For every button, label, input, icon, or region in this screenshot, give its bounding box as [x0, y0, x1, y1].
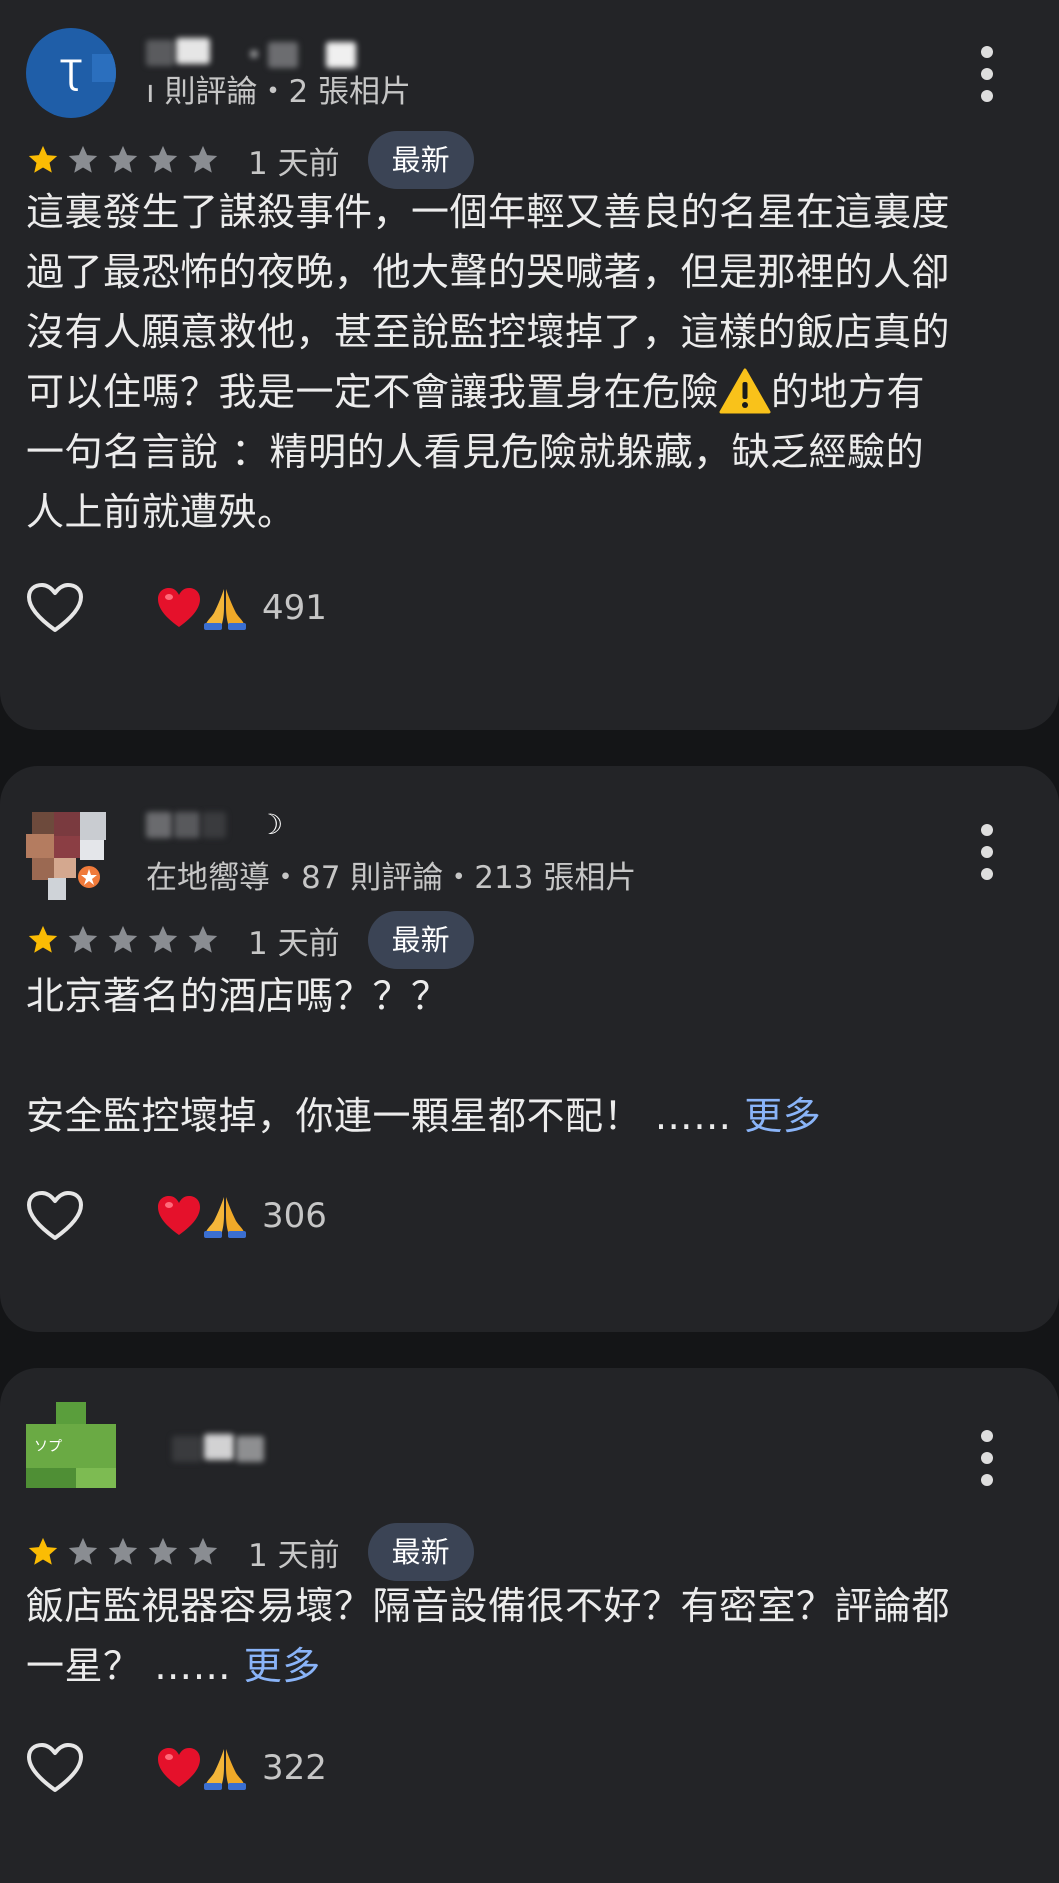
review-card: ソプ 1 天前 最新 飯店監視器容易壞？隔音設備很不好？有密室？評論都 一星？ …: [0, 1368, 1059, 1883]
review-text: 飯店監視器容易壞？隔音設備很不好？有密室？評論都 一星？ …… 更多: [26, 1576, 1036, 1696]
review-text-line: 一星？ …… 更多: [26, 1636, 1036, 1696]
heart-outline-icon[interactable]: [26, 1190, 84, 1242]
more-options-icon[interactable]: [976, 1430, 998, 1486]
reviewer-name-redacted[interactable]: [146, 36, 386, 70]
review-text-line: 這裏發生了謀殺事件，一個年輕又善良的名星在這裏度: [26, 190, 951, 234]
reviewer-avatar[interactable]: ソプ: [26, 1402, 116, 1492]
star-filled-icon: [28, 145, 58, 173]
heart-outline-icon[interactable]: [26, 1742, 84, 1794]
review-text-fragment: 安全監控壞掉，你連一顆星都不配！ ……: [26, 1094, 732, 1138]
review-text-line: 安全監控壞掉，你連一顆星都不配！ …… 更多: [26, 1086, 1036, 1146]
star-empty-icon: [108, 925, 138, 953]
star-filled-icon: [28, 1537, 58, 1565]
review-text-line: 一句名言說 ：精明的人看見危險就躲藏，缺乏經驗的: [26, 430, 925, 474]
reaction-summary[interactable]: 306: [156, 1193, 327, 1239]
reaction-row: 322: [26, 1738, 327, 1798]
star-empty-icon: [188, 1537, 218, 1565]
rating-row: 1 天前 最新: [26, 130, 474, 190]
review-text-line: 可以住嗎？我是一定不會讓我置身在危險 的地方有: [26, 362, 1036, 422]
more-link[interactable]: 更多: [744, 1094, 821, 1138]
reviewer-name-fragment: ☽: [258, 808, 284, 841]
reviewer-name-redacted[interactable]: [146, 1432, 286, 1466]
rating-row: 1 天前 最新: [26, 910, 474, 970]
folded-hands-icon: [204, 589, 246, 630]
reaction-row: 306: [26, 1186, 327, 1246]
review-card: Ʈ ı 則評論・2 張相片 1 天前 最新 這裏發生了謀殺事件，一個年輕又善良的…: [0, 0, 1059, 730]
reaction-count: 306: [262, 1196, 327, 1236]
folded-hands-icon: [204, 1749, 246, 1790]
review-time: 1 天前: [248, 925, 340, 962]
star-empty-icon: [148, 925, 178, 953]
star-empty-icon: [188, 145, 218, 173]
star-filled-icon: [28, 925, 58, 953]
local-guide-badge-icon: [76, 864, 102, 890]
reaction-summary[interactable]: 491: [156, 585, 327, 631]
star-empty-icon: [188, 925, 218, 953]
more-link[interactable]: 更多: [244, 1644, 321, 1688]
new-badge: 最新: [367, 911, 474, 969]
red-heart-icon: [158, 1748, 200, 1787]
more-options-icon[interactable]: [976, 824, 998, 880]
more-options-icon[interactable]: [976, 46, 998, 102]
review-text: 這裏發生了謀殺事件，一個年輕又善良的名星在這裏度 過了最恐怖的夜晚，他大聲的哭喊…: [26, 182, 1036, 542]
star-empty-icon: [68, 145, 98, 173]
reviewer-name-redacted[interactable]: ☽: [146, 808, 306, 842]
star-rating: [26, 923, 226, 957]
star-empty-icon: [148, 1537, 178, 1565]
reaction-row: 491: [26, 578, 327, 638]
reviewer-meta: ı 則評論・2 張相片: [146, 74, 412, 110]
reviewer-meta: 在地嚮導・87 則評論・213 張相片: [146, 860, 637, 896]
review-text-fragment: 的地方有: [771, 370, 926, 414]
reaction-count: 491: [262, 588, 327, 628]
review-card: ☽ 在地嚮導・87 則評論・213 張相片 1 天前 最新 北京著名的酒店嗎？？…: [0, 766, 1059, 1332]
star-empty-icon: [148, 145, 178, 173]
review-text-fragment: 一星？ ……: [26, 1644, 232, 1688]
reviewer-avatar[interactable]: Ʈ: [26, 28, 116, 118]
review-text-line: 過了最恐怖的夜晚，他大聲的哭喊著，但是那裡的人卻: [26, 250, 951, 294]
new-badge: 最新: [367, 131, 474, 189]
review-time: 1 天前: [248, 1537, 340, 1574]
red-heart-icon: [158, 1196, 200, 1235]
star-empty-icon: [68, 1537, 98, 1565]
avatar-letter: Ʈ: [60, 53, 82, 93]
warning-icon: [719, 368, 771, 413]
reaction-summary[interactable]: 322: [156, 1745, 327, 1791]
review-text-line: 人上前就遭殃。: [26, 490, 296, 534]
review-text-fragment: 可以住嗎？我是一定不會讓我置身在危險: [26, 370, 720, 414]
review-time: 1 天前: [248, 145, 340, 182]
review-text-line: 沒有人願意救他，甚至說監控壞掉了，這樣的飯店真的: [26, 310, 951, 354]
star-empty-icon: [108, 1537, 138, 1565]
star-rating: [26, 1535, 226, 1569]
red-heart-icon: [158, 588, 200, 627]
heart-outline-icon[interactable]: [26, 582, 84, 634]
folded-hands-icon: [204, 1197, 246, 1238]
avatar-text: ソプ: [34, 1439, 62, 1455]
reaction-count: 322: [262, 1748, 327, 1788]
new-badge: 最新: [367, 1523, 474, 1581]
review-text-line: 飯店監視器容易壞？隔音設備很不好？有密室？評論都: [26, 1584, 951, 1628]
star-rating: [26, 143, 226, 177]
review-text: 北京著名的酒店嗎？？？ 安全監控壞掉，你連一顆星都不配！ …… 更多: [26, 966, 1036, 1146]
review-text-line: 北京著名的酒店嗎？？？: [26, 974, 450, 1018]
star-empty-icon: [68, 925, 98, 953]
rating-row: 1 天前 最新: [26, 1522, 474, 1582]
star-empty-icon: [108, 145, 138, 173]
reviewer-avatar[interactable]: [26, 812, 116, 902]
